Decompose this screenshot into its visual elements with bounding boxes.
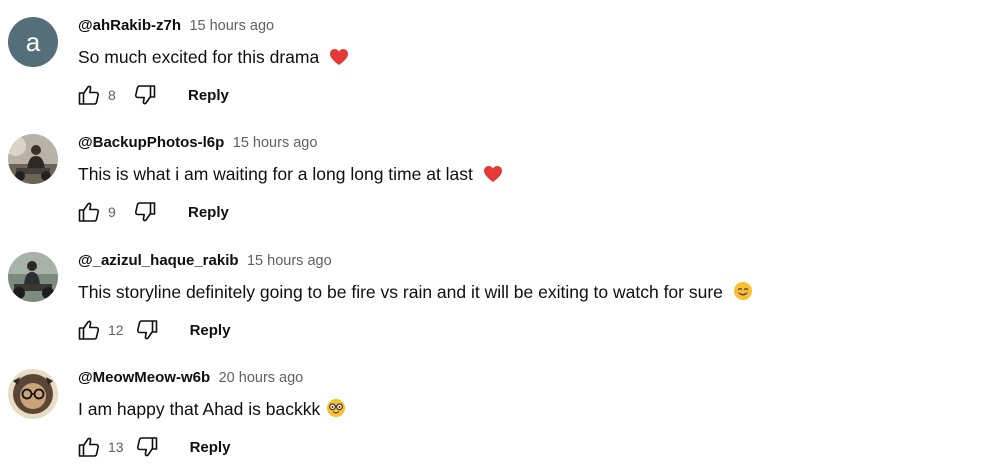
like-count: 8 bbox=[108, 87, 116, 103]
comment-actions: 8 Reply bbox=[76, 82, 229, 108]
comment-header: @_azizul_haque_rakib 15 hours ago bbox=[78, 252, 332, 270]
avatar[interactable] bbox=[8, 252, 58, 302]
comment-header: @ahRakib-z7h 15 hours ago bbox=[78, 17, 274, 35]
thumbs-up-icon bbox=[78, 437, 100, 457]
comment-text: So much excited for this drama bbox=[78, 47, 320, 67]
comment-timestamp[interactable]: 20 hours ago bbox=[219, 370, 304, 386]
avatar[interactable]: a bbox=[8, 17, 58, 67]
comment-author[interactable]: @ahRakib-z7h bbox=[78, 17, 181, 34]
thumbs-up-icon bbox=[78, 320, 100, 340]
comment-text: This is what i am waiting for a long lon… bbox=[78, 164, 473, 184]
comment-text-row: So much excited for this drama bbox=[78, 46, 349, 71]
dislike-button[interactable] bbox=[132, 199, 158, 225]
reply-button[interactable]: Reply bbox=[188, 204, 229, 221]
comment-item: @MeowMeow-w6b 20 hours ago I am happy th… bbox=[0, 352, 1006, 469]
comment-actions: 13 Reply bbox=[76, 434, 230, 460]
avatar[interactable] bbox=[8, 369, 58, 419]
comment-timestamp[interactable]: 15 hours ago bbox=[189, 18, 274, 34]
comment-author[interactable]: @_azizul_haque_rakib bbox=[78, 252, 239, 269]
comment-item: @_azizul_haque_rakib 15 hours ago This s… bbox=[0, 235, 1006, 352]
red-heart-icon bbox=[329, 48, 349, 71]
thumbs-down-icon bbox=[136, 320, 157, 340]
like-button[interactable] bbox=[76, 199, 102, 225]
avatar[interactable] bbox=[8, 134, 58, 184]
comment-timestamp[interactable]: 15 hours ago bbox=[233, 135, 318, 151]
comment-actions: 12 Reply bbox=[76, 317, 230, 343]
like-count: 12 bbox=[108, 322, 124, 338]
thumbs-down-icon bbox=[136, 437, 157, 457]
comment-text-row: This storyline definitely going to be fi… bbox=[78, 281, 753, 306]
comment-text: This storyline definitely going to be fi… bbox=[78, 282, 723, 302]
reply-button[interactable]: Reply bbox=[190, 322, 231, 339]
comment-actions: 9 Reply bbox=[76, 199, 229, 225]
like-button[interactable] bbox=[76, 434, 102, 460]
comment-author[interactable]: @MeowMeow-w6b bbox=[78, 369, 210, 386]
thumbs-down-icon bbox=[134, 202, 156, 222]
comment-item: @BackupPhotos-l6p 15 hours ago This is w… bbox=[0, 117, 1006, 234]
comment-header: @BackupPhotos-l6p 15 hours ago bbox=[78, 134, 317, 152]
like-count: 13 bbox=[108, 439, 124, 455]
dislike-button[interactable] bbox=[134, 434, 160, 460]
comment-text-row: I am happy that Ahad is backkk bbox=[78, 398, 346, 423]
thumbs-up-icon bbox=[78, 85, 100, 105]
red-heart-icon bbox=[483, 165, 503, 188]
comment-author[interactable]: @BackupPhotos-l6p bbox=[78, 134, 224, 151]
dislike-button[interactable] bbox=[134, 317, 160, 343]
comment-item: a @ahRakib-z7h 15 hours ago So much exci… bbox=[0, 0, 1006, 117]
nerd-face-icon bbox=[326, 398, 346, 423]
comment-text-row: This is what i am waiting for a long lon… bbox=[78, 163, 503, 188]
comment-thread: a @ahRakib-z7h 15 hours ago So much exci… bbox=[0, 0, 1006, 475]
thumbs-down-icon bbox=[134, 85, 156, 105]
like-button[interactable] bbox=[76, 317, 102, 343]
thumbs-up-icon bbox=[78, 202, 100, 222]
like-button[interactable] bbox=[76, 82, 102, 108]
reply-button[interactable]: Reply bbox=[190, 439, 231, 456]
comment-timestamp[interactable]: 15 hours ago bbox=[247, 253, 332, 269]
comment-header: @MeowMeow-w6b 20 hours ago bbox=[78, 369, 303, 387]
dislike-button[interactable] bbox=[132, 82, 158, 108]
like-count: 9 bbox=[108, 204, 116, 220]
comment-text: I am happy that Ahad is backkk bbox=[78, 399, 321, 419]
reply-button[interactable]: Reply bbox=[188, 87, 229, 104]
smiling-face-icon bbox=[733, 281, 753, 306]
